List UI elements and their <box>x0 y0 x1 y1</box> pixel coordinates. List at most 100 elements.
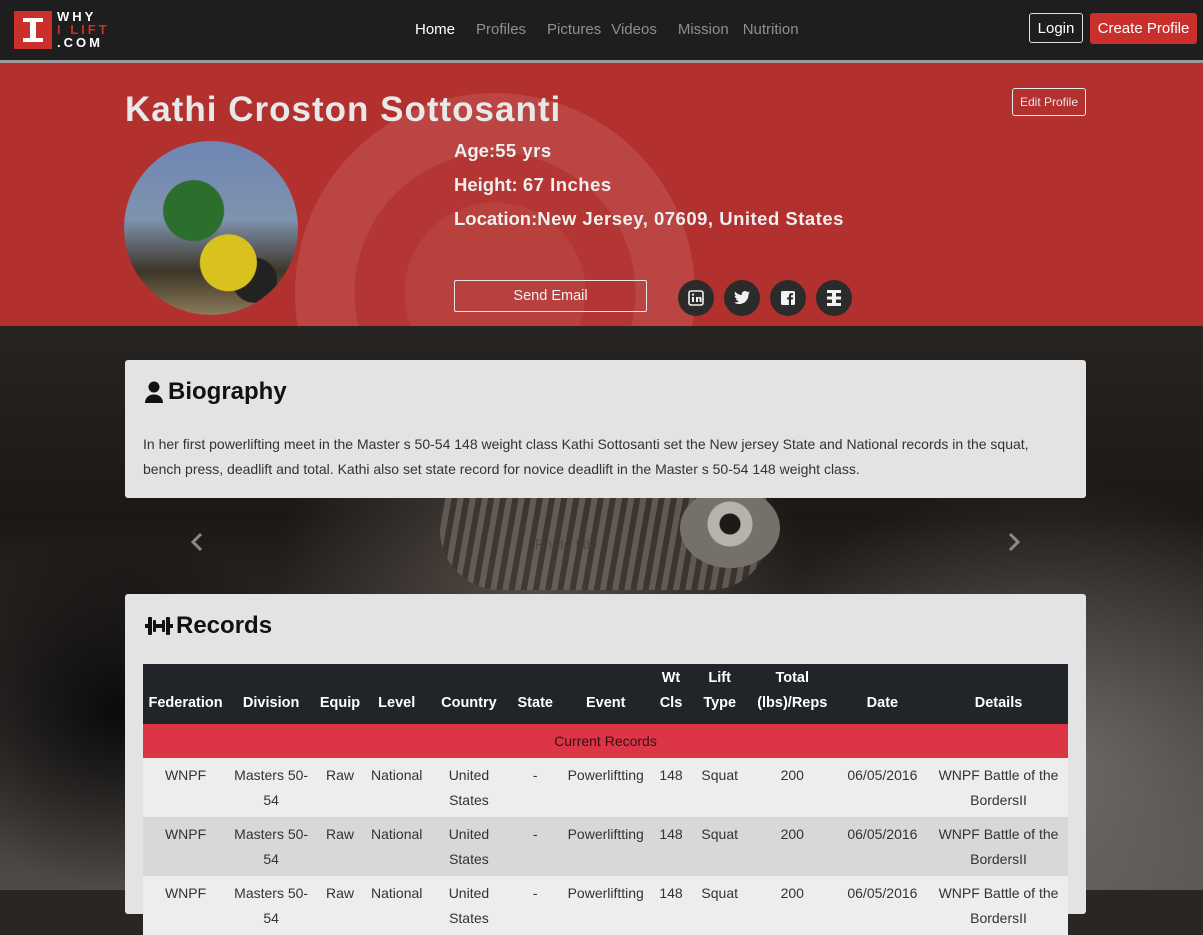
nav-link-profiles[interactable]: Profiles <box>476 21 526 38</box>
cell-event: Powerliftting <box>560 876 652 935</box>
cell-state: - <box>510 817 561 876</box>
login-button[interactable]: Login <box>1029 13 1083 43</box>
table-row: WNPF Masters 50-54 Raw National United S… <box>143 758 1068 817</box>
cell-state: - <box>510 758 561 817</box>
dumbbell-logo-icon <box>14 10 52 49</box>
cell-level: National <box>365 876 428 935</box>
profile-header: Kathi Croston Sottosanti Edit Profile Ag… <box>0 63 1203 326</box>
column-header-country: Country <box>427 664 511 724</box>
logo-line-3: .COM <box>57 35 103 50</box>
cell-total: 200 <box>748 876 836 935</box>
user-icon <box>144 381 164 403</box>
cell-state: - <box>510 876 561 935</box>
nav-link-nutrition[interactable]: Nutrition <box>743 21 799 38</box>
column-header-details: Details <box>929 664 1068 724</box>
records-header-row: Federation Division Equip Level Country … <box>143 664 1068 724</box>
profile-name: Kathi Croston Sottosanti <box>125 90 562 129</box>
nav-links: Home Profiles Pictures Videos Mission Nu… <box>415 21 820 38</box>
cell-event: Powerliftting <box>560 817 652 876</box>
cell-level: National <box>365 758 428 817</box>
records-title: Records <box>176 612 273 639</box>
records-table: Federation Division Equip Level Country … <box>143 664 1068 935</box>
cell-wt-cls: 148 <box>651 876 691 935</box>
age-value: 55 yrs <box>495 140 552 161</box>
dumbbell-icon <box>144 615 174 637</box>
cell-details: WNPF Battle of the BordersII <box>929 876 1068 935</box>
cell-division: Masters 50-54 <box>228 758 315 817</box>
height-info: Height: 67 Inches <box>454 174 612 196</box>
cell-equip: Raw <box>314 876 366 935</box>
column-header-event: Event <box>560 664 652 724</box>
cell-federation: WNPF <box>143 817 229 876</box>
twitter-icon[interactable] <box>724 280 760 316</box>
biography-text: In her first powerlifting meet in the Ma… <box>143 436 1029 477</box>
cell-total: 200 <box>748 817 836 876</box>
column-header-federation: Federation <box>143 664 229 724</box>
edit-profile-button[interactable]: Edit Profile <box>1012 88 1086 116</box>
linkedin-icon[interactable] <box>678 280 714 316</box>
navbar: WHY I LIFT .COM Home Profiles Pictures V… <box>0 0 1203 63</box>
height-value: 67 Inches <box>522 174 612 195</box>
site-logo[interactable]: WHY I LIFT .COM <box>14 10 110 49</box>
cell-wt-cls: 148 <box>651 758 691 817</box>
cell-country: United States <box>427 817 511 876</box>
column-header-wt-cls: Wt Cls <box>651 664 691 724</box>
cell-equip: Raw <box>314 758 366 817</box>
cell-federation: WNPF <box>143 876 229 935</box>
send-email-button[interactable]: Send Email <box>454 280 647 312</box>
carousel-prev-icon[interactable] <box>190 532 204 558</box>
cell-wt-cls: 148 <box>651 817 691 876</box>
cell-details: WNPF Battle of the BordersII <box>929 758 1068 817</box>
column-header-total: Total (lbs)/Reps <box>748 664 836 724</box>
current-records-row: Current Records <box>143 724 1068 758</box>
biography-card: Biography In her first powerlifting meet… <box>125 360 1086 498</box>
barbell-end-decoration <box>680 488 780 568</box>
cell-division: Masters 50-54 <box>228 817 315 876</box>
profile-avatar <box>124 141 298 315</box>
age-info: Age:55 yrs <box>454 140 552 162</box>
cell-country: United States <box>427 758 511 817</box>
cell-level: National <box>365 817 428 876</box>
cell-equip: Raw <box>314 817 366 876</box>
facebook-icon[interactable] <box>770 280 806 316</box>
table-row: WNPF Masters 50-54 Raw National United S… <box>143 817 1068 876</box>
cell-total: 200 <box>748 758 836 817</box>
cell-lift-type: Squat <box>690 758 749 817</box>
biography-heading: Biography <box>144 378 287 406</box>
nav-link-home[interactable]: Home <box>415 21 455 38</box>
column-header-state: State <box>510 664 561 724</box>
age-label: Age: <box>454 140 496 161</box>
cell-date: 06/05/2016 <box>835 817 930 876</box>
cell-federation: WNPF <box>143 758 229 817</box>
logo-text: WHY I LIFT .COM <box>57 10 110 49</box>
cell-event: Powerliftting <box>560 758 652 817</box>
carousel-next-icon[interactable] <box>1007 532 1021 558</box>
records-heading: Records <box>144 612 272 640</box>
nav-link-mission[interactable]: Mission <box>678 21 729 38</box>
records-card: Records Federation Division Equip Level … <box>125 594 1086 935</box>
create-profile-button[interactable]: Create Profile <box>1090 13 1197 44</box>
nav-link-pictures[interactable]: Pictures <box>547 21 601 38</box>
column-header-level: Level <box>365 664 428 724</box>
cell-date: 06/05/2016 <box>835 758 930 817</box>
location-value: New Jersey, 07609, United States <box>537 208 844 229</box>
cell-lift-type: Squat <box>690 876 749 935</box>
cell-date: 06/05/2016 <box>835 876 930 935</box>
column-header-division: Division <box>228 664 315 724</box>
location-label: Location: <box>454 208 538 229</box>
column-header-date: Date <box>835 664 930 724</box>
whyilift-icon[interactable] <box>816 280 852 316</box>
cell-country: United States <box>427 876 511 935</box>
cell-division: Masters 50-54 <box>228 876 315 935</box>
current-records-label: Current Records <box>143 724 1068 758</box>
column-header-equip: Equip <box>314 664 366 724</box>
table-row: WNPF Masters 50-54 Raw National United S… <box>143 876 1068 935</box>
height-label: Height: <box>454 174 523 195</box>
column-header-lift-type: Lift Type <box>690 664 749 724</box>
cell-lift-type: Squat <box>690 817 749 876</box>
location-info: Location:New Jersey, 07609, United State… <box>454 208 844 230</box>
nav-link-videos[interactable]: Videos <box>611 21 657 38</box>
biography-title: Biography <box>168 378 287 405</box>
carousel-caption: Photo title <box>535 536 598 552</box>
cell-details: WNPF Battle of the BordersII <box>929 817 1068 876</box>
